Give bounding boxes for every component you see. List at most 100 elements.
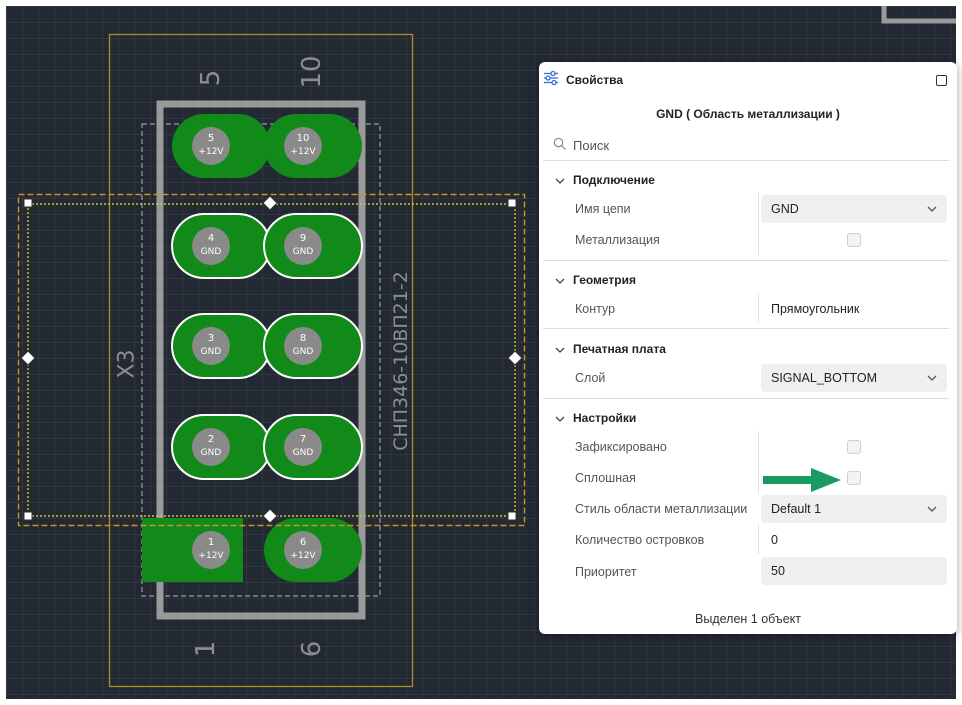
pad-3[interactable]: 3 GND [171,313,271,379]
pad-9[interactable]: 9 GND [263,213,363,279]
plating-label: Металлизация [575,233,660,247]
section-geometry-header[interactable]: Геометрия [555,273,636,287]
chevron-down-icon [555,416,565,422]
arrow-annotation-icon [763,468,841,492]
resize-handle-top-left[interactable] [23,198,33,208]
settings-sliders-icon [544,70,558,86]
fill-style-select[interactable]: Default 1 [761,495,947,523]
locked-checkbox[interactable] [847,440,861,454]
layer-value: SIGNAL_BOTTOM [771,371,878,385]
component-value: СНП346-10ВП21-2 [390,271,412,451]
divider [543,328,949,329]
selection-status: Выделен 1 объект [695,612,801,626]
column-separator [758,524,759,554]
midpoint-handle-right[interactable] [507,350,523,366]
net-name-select[interactable]: GND [761,195,947,223]
fill-style-value: Default 1 [771,502,822,516]
divider [543,160,949,161]
pad-number: 8 [300,333,306,344]
solid-checkbox[interactable] [847,471,861,485]
pad-number: 4 [208,233,214,244]
midpoint-handle-bottom[interactable] [262,508,278,524]
resize-handle-top-right[interactable] [507,198,517,208]
pad-number: 3 [208,333,214,344]
solid-label: Сплошная [575,471,636,485]
pad-net-name: +12V [198,551,224,561]
properties-panel: Свойства GND ( Область металлизации ) По… [539,62,957,634]
pad-net-name: +12V [290,147,316,157]
pad-number: 6 [300,537,306,548]
contour-value: Прямоугольник [771,302,860,316]
column-number-bottom-left: 1 [191,641,221,658]
resize-handle-bottom-right[interactable] [507,511,517,521]
chevron-down-icon [555,178,565,184]
divider [543,260,949,261]
resize-handle-bottom-left[interactable] [23,511,33,521]
section-pcb-header[interactable]: Печатная плата [555,342,666,356]
pad-net-name: GND [293,448,314,458]
section-connection-title: Подключение [573,173,655,187]
layer-label: Слой [575,371,606,385]
column-number-top-left: 5 [196,70,226,87]
window-toggle-icon[interactable] [936,75,947,86]
pad-4[interactable]: 4 GND [171,213,271,279]
column-number-top-right: 10 [297,55,327,88]
column-separator [758,431,759,493]
pad-10[interactable]: 10 +12V [264,114,362,178]
section-settings-title: Настройки [573,411,637,425]
section-geometry-title: Геометрия [573,273,637,287]
pad-net-name: GND [201,247,222,257]
locked-label: Зафиксировано [575,440,667,454]
search-bar [553,135,949,157]
component-reference: X3 [115,349,140,378]
section-connection-header[interactable]: Подключение [555,173,655,187]
islands-label: Количество островков [575,533,705,547]
fill-style-label: Стиль области металлизации [575,502,748,516]
chevron-down-icon [927,506,937,512]
pad-net-name: GND [293,247,314,257]
priority-input[interactable]: 50 [761,557,947,585]
column-number-bottom-right: 6 [297,641,327,658]
pad-number: 9 [300,233,306,244]
section-pcb-title: Печатная плата [573,342,666,356]
partial-outline [881,6,956,24]
pad-number: 5 [208,133,214,144]
priority-label: Приоритет [575,565,637,579]
net-name-label: Имя цепи [575,202,631,216]
islands-value: 0 [771,533,778,547]
pad-net-name: +12V [198,147,224,157]
pad-5[interactable]: 5 +12V [172,114,270,178]
net-name-value: GND [771,202,799,216]
panel-header: Свойства [539,62,957,98]
chevron-down-icon [555,347,565,353]
pad-number: 7 [300,434,306,445]
contour-label: Контур [575,302,616,316]
column-separator [758,293,759,323]
section-settings-header[interactable]: Настройки [555,411,636,425]
pad-7[interactable]: 7 GND [263,414,363,480]
pad-net-name: GND [201,347,222,357]
pad-number: 1 [208,537,214,548]
pad-6[interactable]: 6 +12V [264,518,362,582]
selected-object-title: GND ( Область металлизации ) [656,107,840,121]
layer-select[interactable]: SIGNAL_BOTTOM [761,364,947,392]
panel-title: Свойства [566,73,624,87]
pad-2[interactable]: 2 GND [171,414,271,480]
priority-value: 50 [771,564,785,578]
pad-8[interactable]: 8 GND [263,313,363,379]
midpoint-handle-left[interactable] [20,350,36,366]
search-input[interactable] [573,135,873,155]
divider [543,398,949,399]
pad-1[interactable]: 1 +12V [142,518,243,582]
pad-number: 2 [208,434,214,445]
pad-net-name: GND [201,448,222,458]
pad-number: 10 [297,133,310,144]
pad-net-name: GND [293,347,314,357]
column-separator [758,193,759,255]
midpoint-handle-top[interactable] [262,195,278,211]
search-icon [553,137,566,150]
plating-checkbox[interactable] [847,233,861,247]
chevron-down-icon [927,206,937,212]
chevron-down-icon [927,375,937,381]
chevron-down-icon [555,278,565,284]
